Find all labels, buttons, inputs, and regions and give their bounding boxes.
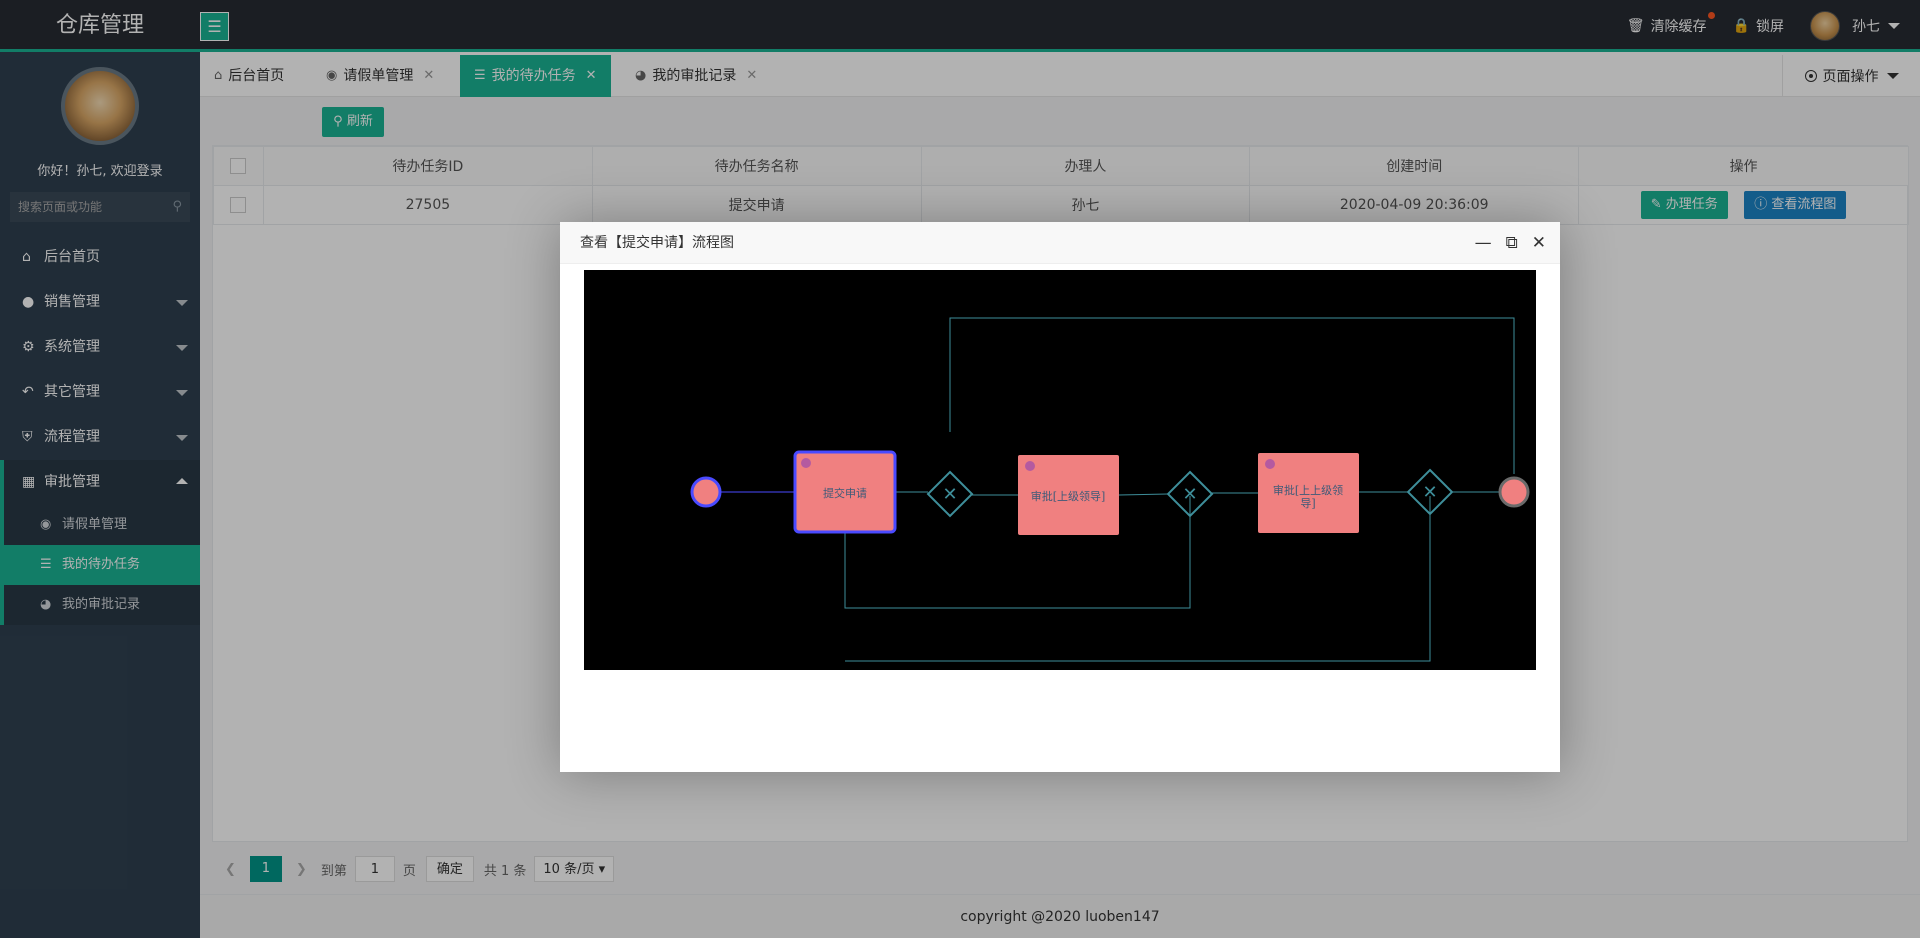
- modal-controls: — ⧉ ✕: [1461, 222, 1546, 264]
- maximize-icon[interactable]: ⧉: [1506, 222, 1518, 264]
- task-label: 提交申请: [823, 486, 867, 500]
- flow-line: [844, 496, 1191, 609]
- gateway-x-icon: ✕: [942, 484, 957, 505]
- close-icon[interactable]: ✕: [1532, 222, 1546, 264]
- flowchart-image: 提交申请 ✕ 审批[上级领导] ✕ 审批[上上级领 导] ✕: [584, 270, 1536, 670]
- modal-title: 查看【提交申请】流程图: [580, 235, 734, 251]
- task-label: 审批[上上级领: [1273, 483, 1343, 497]
- task-label: 导]: [1300, 497, 1315, 510]
- end-event: [1498, 476, 1530, 508]
- user-icon: [1025, 461, 1035, 471]
- user-icon: [1265, 459, 1275, 469]
- flow-line: [1118, 493, 1169, 496]
- gateway-x-icon: ✕: [1182, 484, 1197, 505]
- task-label: 审批[上级领导]: [1031, 489, 1106, 503]
- gateway-x-icon: ✕: [1422, 482, 1437, 503]
- flow-line: [949, 317, 1515, 474]
- start-event: [690, 476, 722, 508]
- user-icon: [801, 458, 811, 468]
- process-diagram: 提交申请 ✕ 审批[上级领导] ✕ 审批[上上级领 导] ✕: [690, 317, 1530, 662]
- modal-header: 查看【提交申请】流程图 — ⧉ ✕: [560, 222, 1560, 264]
- flowchart-modal: 查看【提交申请】流程图 — ⧉ ✕ 提交申请 ✕ 审批[上级领导] ✕ 审批[上…: [560, 222, 1560, 772]
- minimize-icon[interactable]: —: [1475, 222, 1492, 264]
